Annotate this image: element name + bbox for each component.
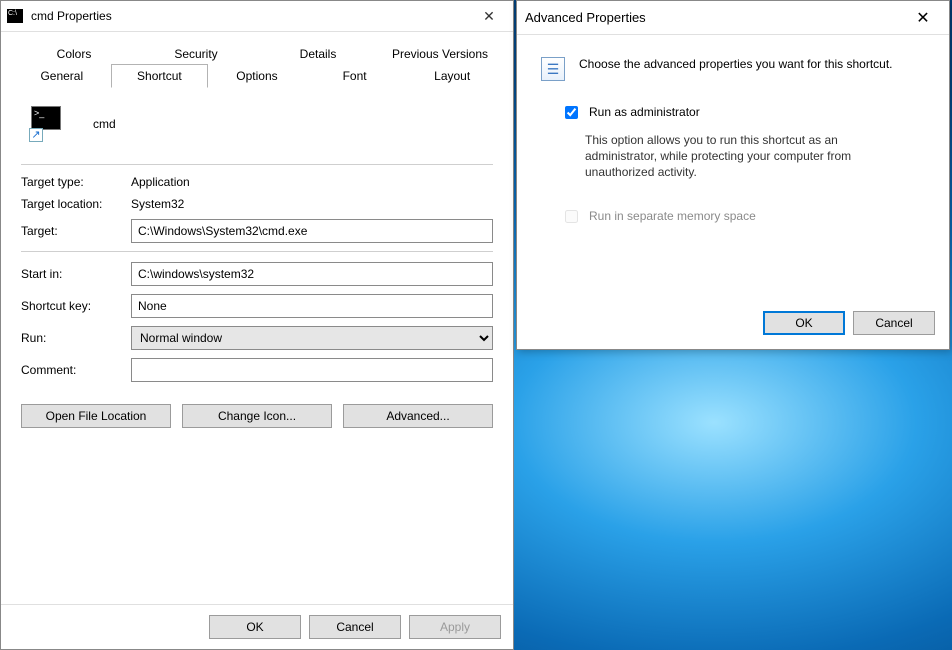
cancel-button[interactable]: Cancel <box>309 615 401 639</box>
value-target-type: Application <box>131 175 190 189</box>
shortcut-key-input[interactable] <box>131 294 493 318</box>
advanced-properties-dialog: Advanced Properties ✕ ☰ Choose the advan… <box>516 0 950 350</box>
shortcut-file-icon: ↗ <box>29 106 65 142</box>
tab-colors[interactable]: Colors <box>13 42 135 65</box>
window-title: cmd Properties <box>31 9 471 23</box>
label-shortcut-key: Shortcut key: <box>21 299 131 313</box>
shortcut-name: cmd <box>93 117 116 131</box>
advanced-titlebar[interactable]: Advanced Properties ✕ <box>517 1 949 35</box>
run-separate-memory-checkbox <box>565 210 578 223</box>
tab-font[interactable]: Font <box>306 64 404 88</box>
shortcut-overlay-icon: ↗ <box>29 128 43 142</box>
apply-button[interactable]: Apply <box>409 615 501 639</box>
separator <box>21 251 493 252</box>
shortcut-tab-content: ↗ cmd Target type: Application Target lo… <box>1 88 513 604</box>
tab-layout[interactable]: Layout <box>403 64 501 88</box>
run-as-admin-checkbox[interactable] <box>565 106 578 119</box>
ok-button[interactable]: OK <box>209 615 301 639</box>
separator <box>21 164 493 165</box>
tab-options[interactable]: Options <box>208 64 306 88</box>
target-input[interactable] <box>131 219 493 243</box>
advanced-cancel-button[interactable]: Cancel <box>853 311 935 335</box>
titlebar[interactable]: cmd Properties ✕ <box>1 1 513 32</box>
tab-details[interactable]: Details <box>257 42 379 65</box>
run-select[interactable]: Normal window <box>131 326 493 350</box>
advanced-button[interactable]: Advanced... <box>343 404 493 428</box>
run-separate-memory-label: Run in separate memory space <box>589 209 756 223</box>
cmd-properties-dialog: cmd Properties ✕ Colors Security Details… <box>0 0 514 650</box>
close-icon[interactable]: ✕ <box>905 1 941 34</box>
comment-input[interactable] <box>131 358 493 382</box>
run-as-admin-row[interactable]: Run as administrator <box>561 105 925 122</box>
advanced-intro-text: Choose the advanced properties you want … <box>579 57 893 71</box>
dialog-footer: OK Cancel Apply <box>1 604 513 649</box>
value-target-location: System32 <box>131 197 184 211</box>
label-comment: Comment: <box>21 363 131 377</box>
label-target: Target: <box>21 224 131 238</box>
run-as-admin-label: Run as administrator <box>589 105 700 119</box>
tab-shortcut[interactable]: Shortcut <box>111 64 209 88</box>
advanced-ok-button[interactable]: OK <box>763 311 845 335</box>
open-file-location-button[interactable]: Open File Location <box>21 404 171 428</box>
run-separate-memory-row: Run in separate memory space <box>561 209 925 226</box>
tab-general[interactable]: General <box>13 64 111 88</box>
change-icon-button[interactable]: Change Icon... <box>182 404 332 428</box>
tab-security[interactable]: Security <box>135 42 257 65</box>
properties-list-icon: ☰ <box>541 57 565 81</box>
cmd-icon <box>7 9 23 23</box>
tab-previous-versions[interactable]: Previous Versions <box>379 42 501 65</box>
start-in-input[interactable] <box>131 262 493 286</box>
advanced-footer: OK Cancel <box>517 299 949 349</box>
advanced-window-title: Advanced Properties <box>525 10 905 25</box>
label-target-location: Target location: <box>21 197 131 211</box>
label-run: Run: <box>21 331 131 345</box>
label-start-in: Start in: <box>21 267 131 281</box>
label-target-type: Target type: <box>21 175 131 189</box>
close-icon[interactable]: ✕ <box>471 1 507 31</box>
tabs: Colors Security Details Previous Version… <box>1 32 513 88</box>
run-as-admin-description: This option allows you to run this short… <box>585 132 905 181</box>
